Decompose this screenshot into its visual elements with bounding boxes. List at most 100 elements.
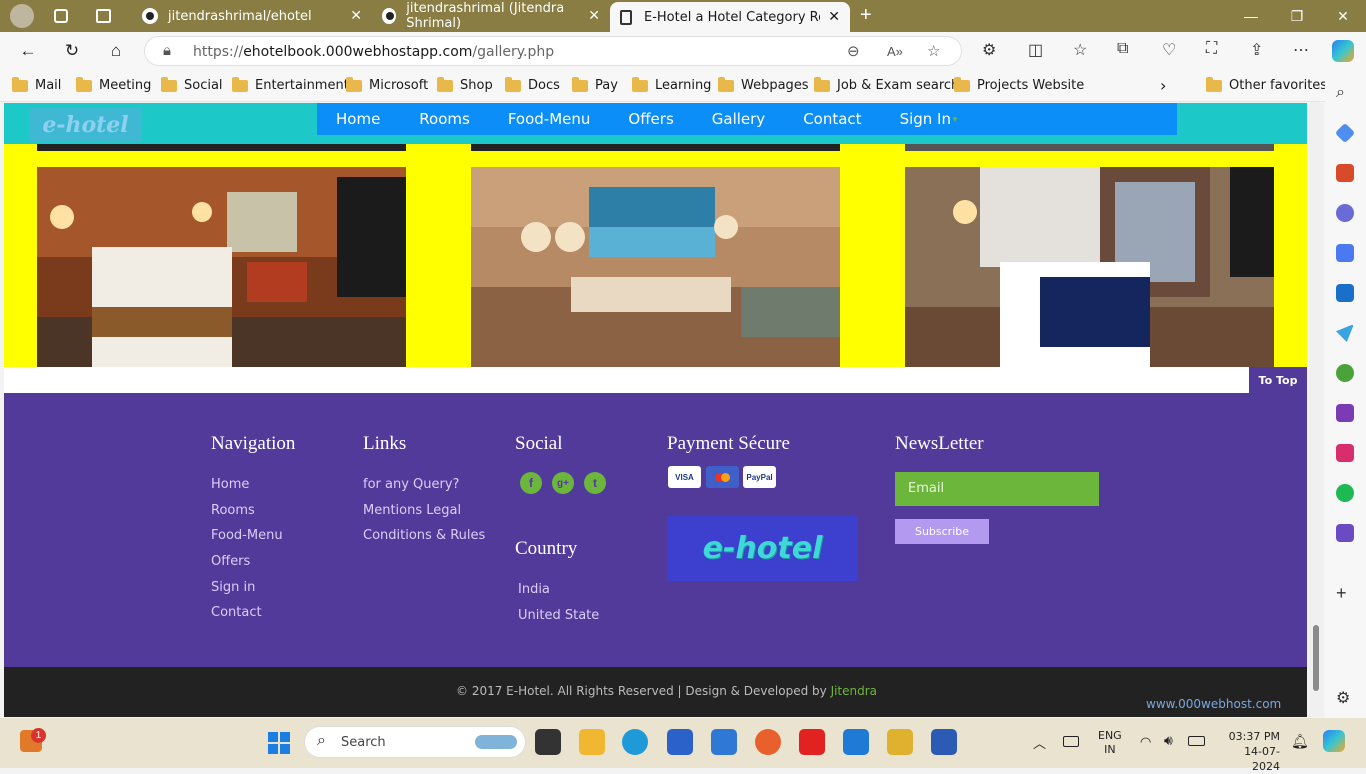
tab-actions-icon[interactable]: [96, 9, 111, 23]
screenshot-icon[interactable]: ⛶: [1206, 40, 1217, 58]
settings-gear-icon[interactable]: ⚙: [1336, 688, 1354, 707]
close-tab-icon[interactable]: ✕: [350, 8, 362, 24]
store-icon[interactable]: [667, 729, 693, 755]
fav-mail[interactable]: Mail: [12, 76, 61, 93]
chevron-up-icon[interactable]: ︿: [1033, 733, 1046, 752]
mail-icon[interactable]: [711, 729, 737, 755]
menu-rooms[interactable]: Rooms: [419, 110, 470, 128]
fav-meeting[interactable]: Meeting: [76, 76, 151, 93]
footer-link-legal[interactable]: Mentions Legal: [363, 503, 461, 518]
outlook-icon[interactable]: [1336, 284, 1354, 302]
refresh-icon[interactable]: ↻: [58, 38, 86, 64]
menu-offers[interactable]: Offers: [628, 110, 673, 128]
facebook-icon[interactable]: f: [520, 472, 542, 494]
favorites-icon[interactable]: ☆: [1073, 40, 1087, 60]
language-indicator[interactable]: ENG IN: [1098, 729, 1122, 757]
gallery-image-bedroom-1[interactable]: [37, 167, 406, 367]
scroll-thumb[interactable]: [1313, 625, 1319, 691]
fav-other[interactable]: Other favorites: [1206, 76, 1327, 93]
footer-link-home[interactable]: Home: [211, 477, 249, 492]
split-screen-icon[interactable]: ◫: [1028, 40, 1043, 60]
tab-github-profile[interactable]: jitendrashrimal (Jitendra Shrimal) ✕: [372, 0, 610, 32]
newsletter-email-input[interactable]: Email: [895, 472, 1099, 506]
tools-icon[interactable]: [1336, 164, 1354, 182]
favorite-star-icon[interactable]: ☆: [927, 42, 940, 60]
onenote-icon[interactable]: [1336, 404, 1354, 422]
footer-link-signin[interactable]: Sign in: [211, 580, 255, 595]
edge-icon[interactable]: [622, 729, 648, 755]
copilot-icon[interactable]: [1332, 40, 1354, 62]
footer-link-rules[interactable]: Conditions & Rules: [363, 528, 485, 543]
back-icon[interactable]: ←: [14, 38, 42, 64]
footer-link-query[interactable]: for any Query?: [363, 477, 459, 492]
menu-signin[interactable]: Sign In: [900, 110, 951, 128]
more-menu-icon[interactable]: ⋯: [1293, 40, 1309, 60]
host-badge[interactable]: www.000webhost.com: [1146, 697, 1281, 711]
site-logo[interactable]: e-hotel: [29, 108, 142, 142]
home-icon[interactable]: ⌂: [102, 38, 130, 64]
to-top-button[interactable]: To Top: [1249, 367, 1307, 393]
footer-link-offers[interactable]: Offers: [211, 554, 250, 569]
menu-gallery[interactable]: Gallery: [712, 110, 765, 128]
power-bi-icon[interactable]: [887, 729, 913, 755]
menu-home[interactable]: Home: [336, 110, 380, 128]
bell-icon[interactable]: 🔔︎: [1291, 733, 1309, 750]
close-window-button[interactable]: ✕: [1320, 0, 1366, 32]
start-button[interactable]: [268, 732, 290, 754]
chevron-right-icon[interactable]: ›: [1160, 76, 1166, 95]
fav-pay[interactable]: Pay: [572, 76, 618, 93]
vscode-icon[interactable]: [843, 729, 869, 755]
close-tab-icon[interactable]: ✕: [588, 8, 600, 24]
gallery-image-bathroom[interactable]: [471, 167, 840, 367]
address-bar[interactable]: 🔒︎ https://ehotelbook.000webhostapp.com/…: [144, 36, 962, 66]
menu-contact[interactable]: Contact: [803, 110, 861, 128]
battery-icon[interactable]: [1188, 736, 1205, 746]
profile-avatar[interactable]: [10, 4, 34, 28]
file-explorer-icon[interactable]: [579, 729, 605, 755]
firefox-icon[interactable]: [755, 729, 781, 755]
minimize-button[interactable]: —: [1228, 0, 1274, 32]
add-icon[interactable]: +: [1336, 584, 1354, 602]
extensions-icon[interactable]: ⚙: [982, 40, 996, 60]
fav-job-exam[interactable]: Job & Exam search: [814, 76, 959, 93]
taskbar-search[interactable]: ⌕ Search: [304, 726, 526, 758]
close-tab-icon[interactable]: ✕: [828, 9, 840, 25]
tab-github-ehotel[interactable]: jitendrashrimal/ehotel ✕: [132, 0, 372, 32]
tab-ehotel[interactable]: E-Hotel a Hotel Category Respon ✕: [610, 2, 850, 32]
lock-icon[interactable]: 🔒︎: [163, 42, 171, 59]
google-plus-icon[interactable]: g+: [552, 472, 574, 494]
fav-microsoft[interactable]: Microsoft: [346, 76, 428, 93]
word-icon[interactable]: [931, 729, 957, 755]
twitter-icon[interactable]: t: [584, 472, 606, 494]
read-aloud-icon[interactable]: A»: [887, 44, 903, 59]
footer-link-food[interactable]: Food-Menu: [211, 528, 283, 543]
youtube-icon[interactable]: [799, 729, 825, 755]
volume-icon[interactable]: 🔊︎: [1164, 732, 1173, 749]
fav-shop[interactable]: Shop: [437, 76, 493, 93]
instagram-icon[interactable]: [1336, 444, 1354, 462]
new-tab-button[interactable]: +: [860, 4, 872, 27]
country-us[interactable]: United State: [518, 608, 599, 623]
telegram-icon[interactable]: [1336, 324, 1354, 342]
zoom-icon[interactable]: ⊖: [847, 42, 860, 60]
fav-social[interactable]: Social: [161, 76, 223, 93]
fav-docs[interactable]: Docs: [505, 76, 560, 93]
footer-link-contact[interactable]: Contact: [211, 605, 262, 620]
share-icon[interactable]: ⇪: [1250, 40, 1263, 60]
clock[interactable]: 03:37 PM 14-07-2024: [1218, 729, 1280, 774]
fav-learning[interactable]: Learning: [632, 76, 711, 93]
tree-icon[interactable]: [1336, 364, 1354, 382]
office-icon[interactable]: [1336, 244, 1354, 262]
performance-icon[interactable]: ♡: [1162, 40, 1176, 60]
wifi-icon[interactable]: ◠: [1140, 734, 1151, 750]
collections-icon[interactable]: ⧉: [1117, 40, 1128, 58]
fav-entertainment[interactable]: Entertainment: [232, 76, 349, 93]
gallery-image-bedroom-2[interactable]: [905, 167, 1274, 367]
spotify-icon[interactable]: [1336, 484, 1354, 502]
page-scrollbar[interactable]: [1309, 103, 1323, 717]
copilot-taskbar-icon[interactable]: [1323, 730, 1345, 752]
restore-button[interactable]: ❐: [1274, 0, 1320, 32]
keyboard-icon[interactable]: [1063, 736, 1079, 747]
task-view-icon[interactable]: [535, 729, 561, 755]
menu-food[interactable]: Food-Menu: [508, 110, 591, 128]
